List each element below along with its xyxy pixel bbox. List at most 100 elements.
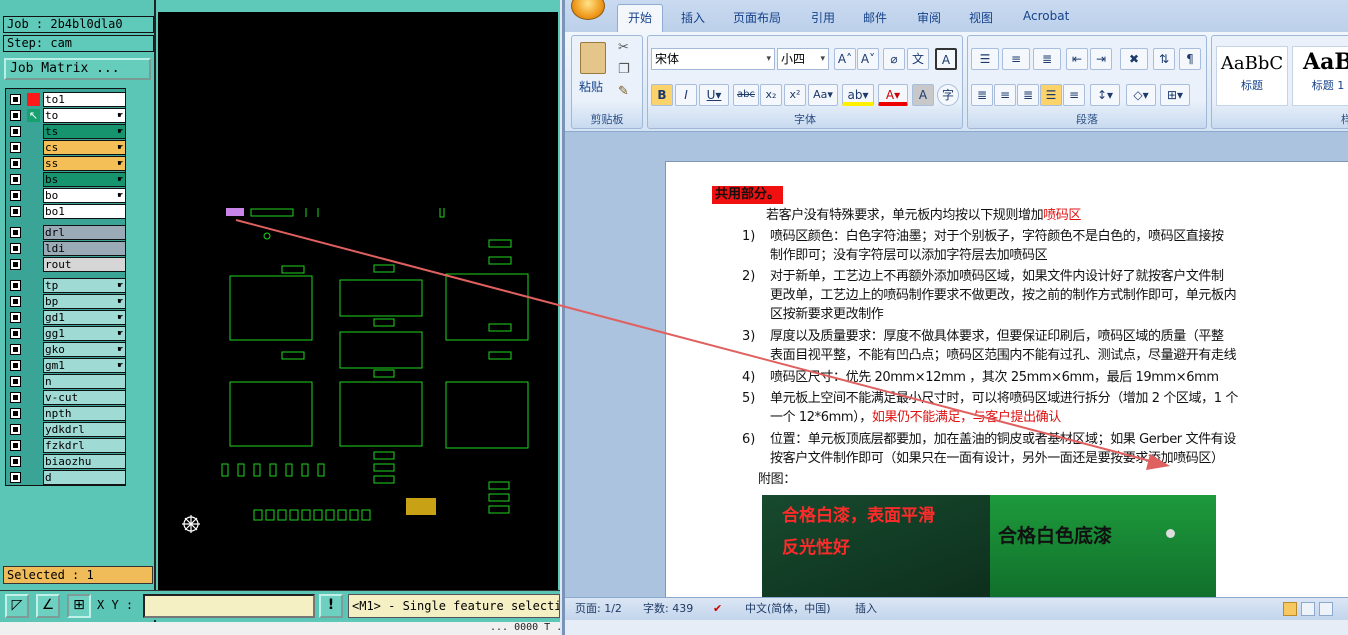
tab-acrobat[interactable]: Acrobat xyxy=(1023,9,1069,23)
bold-icon[interactable]: B xyxy=(651,84,673,106)
layer-name[interactable]: v-cut xyxy=(43,390,126,405)
tab-insert[interactable]: 插入 xyxy=(681,9,705,26)
layer-row-gd1[interactable]: gd1 xyxy=(7,310,126,325)
layer-name[interactable]: gd1 xyxy=(43,310,126,325)
print-layout-icon[interactable] xyxy=(1283,602,1297,616)
layer-row-to1[interactable]: to1 xyxy=(7,92,126,107)
subscript-icon[interactable]: x₂ xyxy=(760,84,782,106)
clear-format-icon[interactable]: ⌀ xyxy=(883,48,905,70)
page-count[interactable]: 页面: 1/2 xyxy=(575,598,622,620)
layer-checkbox[interactable] xyxy=(10,376,21,387)
layer-name[interactable]: ldi xyxy=(43,241,126,256)
chinese-layout-icon[interactable]: ✖ xyxy=(1120,48,1148,70)
cut-icon[interactable]: ✂ xyxy=(618,40,629,55)
layer-row-ydkdrl[interactable]: ydkdrl xyxy=(7,422,126,437)
layer-checkbox[interactable] xyxy=(10,392,21,403)
layer-row-cs[interactable]: cs xyxy=(7,140,126,155)
style-heading1[interactable]: AaB 标题 1 xyxy=(1292,46,1348,106)
layer-row-ss[interactable]: ss xyxy=(7,156,126,171)
distribute-icon[interactable]: ≡ xyxy=(1063,84,1085,106)
layer-name[interactable]: bs xyxy=(43,172,126,187)
shading-icon[interactable]: ◇▾ xyxy=(1126,84,1156,106)
language[interactable]: 中文(简体，中国) xyxy=(745,598,831,620)
proofing-icon[interactable]: ✔ xyxy=(713,598,722,620)
numbering-icon[interactable]: ≡ xyxy=(1002,48,1030,70)
char-shading-icon[interactable]: A xyxy=(912,84,934,106)
layer-row-gko[interactable]: gko xyxy=(7,342,126,357)
layer-checkbox[interactable] xyxy=(10,344,21,355)
office-button-icon[interactable] xyxy=(571,0,605,20)
font-color-icon[interactable]: A▾ xyxy=(878,84,908,106)
layer-row-gg1[interactable]: gg1 xyxy=(7,326,126,341)
active-layer-arrow-icon[interactable]: ↖ xyxy=(27,109,40,122)
tab-layout[interactable]: 页面布局 xyxy=(733,9,781,26)
layer-row-ts[interactable]: ts xyxy=(7,124,126,139)
layer-name[interactable]: drl xyxy=(43,225,126,240)
style-title[interactable]: AaBbC 标题 xyxy=(1216,46,1288,106)
layer-name[interactable]: rout xyxy=(43,257,126,272)
layer-checkbox[interactable] xyxy=(10,259,21,270)
format-painter-icon[interactable]: ✎ xyxy=(618,84,629,99)
multilevel-list-icon[interactable]: ≣ xyxy=(1033,48,1061,70)
justify-icon[interactable]: ☰ xyxy=(1040,84,1062,106)
layer-name[interactable]: gm1 xyxy=(43,358,126,373)
layer-row-rout[interactable]: rout xyxy=(7,257,126,272)
layer-checkbox[interactable] xyxy=(10,424,21,435)
layer-checkbox[interactable] xyxy=(10,440,21,451)
align-right-icon[interactable]: ≣ xyxy=(1017,84,1039,106)
tab-mailings[interactable]: 邮件 xyxy=(863,9,887,26)
paste-icon[interactable] xyxy=(580,42,606,74)
decrease-indent-icon[interactable]: ⇤ xyxy=(1066,48,1088,70)
layer-name[interactable]: n xyxy=(43,374,126,389)
layer-row-d[interactable]: d xyxy=(7,470,126,485)
layer-checkbox[interactable] xyxy=(10,110,21,121)
zoom-area-icon[interactable]: ◸ xyxy=(5,594,29,618)
tab-review[interactable]: 审阅 xyxy=(917,9,941,26)
layer-checkbox[interactable] xyxy=(10,296,21,307)
sort-icon[interactable]: ⇅ xyxy=(1153,48,1175,70)
layer-row-tp[interactable]: tp xyxy=(7,278,126,293)
layer-name[interactable]: ydkdrl xyxy=(43,422,126,437)
layer-checkbox[interactable] xyxy=(10,206,21,217)
tab-home[interactable]: 开始 xyxy=(617,4,663,32)
layer-checkbox[interactable] xyxy=(10,227,21,238)
layer-name[interactable]: npth xyxy=(43,406,126,421)
layer-checkbox[interactable] xyxy=(10,456,21,467)
align-center-icon[interactable]: ≡ xyxy=(994,84,1016,106)
layer-name[interactable]: bp xyxy=(43,294,126,309)
layer-row-drl[interactable]: drl xyxy=(7,225,126,240)
phonetic-guide-icon[interactable]: 文 xyxy=(907,48,929,70)
layer-name[interactable]: d xyxy=(43,470,126,485)
layer-row-gm1[interactable]: gm1 xyxy=(7,358,126,373)
tab-references[interactable]: 引用 xyxy=(811,9,835,26)
underline-icon[interactable]: U▾ xyxy=(699,84,729,106)
layer-name[interactable]: gg1 xyxy=(43,326,126,341)
layer-row-v-cut[interactable]: v-cut xyxy=(7,390,126,405)
layer-name[interactable]: bo1 xyxy=(43,204,126,219)
layer-row-to[interactable]: ↖ to xyxy=(7,108,126,123)
font-size-select[interactable]: 小四 xyxy=(777,48,829,70)
layer-checkbox[interactable] xyxy=(10,408,21,419)
grow-font-icon[interactable]: A˄ xyxy=(834,48,856,70)
document-page[interactable]: 共用部分。 若客户没有特殊要求，单元板内均按以下规则增加喷码区 1) 喷码区颜色… xyxy=(665,161,1348,597)
layer-checkbox[interactable] xyxy=(10,472,21,483)
layer-checkbox[interactable] xyxy=(10,174,21,185)
superscript-icon[interactable]: x² xyxy=(784,84,806,106)
increase-indent-icon[interactable]: ⇥ xyxy=(1090,48,1112,70)
pcb-canvas[interactable] xyxy=(158,12,558,590)
copy-icon[interactable]: ❐ xyxy=(618,62,630,77)
layer-name[interactable]: to1 xyxy=(43,92,126,107)
layer-color-swatch[interactable] xyxy=(27,93,40,106)
layer-checkbox[interactable] xyxy=(10,360,21,371)
exclaim-button[interactable]: ! xyxy=(319,594,343,618)
layer-row-npth[interactable]: npth xyxy=(7,406,126,421)
align-left-icon[interactable]: ≣ xyxy=(971,84,993,106)
font-name-select[interactable]: 宋体 xyxy=(651,48,775,70)
reading-layout-icon[interactable] xyxy=(1301,602,1315,616)
layer-row-bo[interactable]: bo xyxy=(7,188,126,203)
job-matrix-button[interactable]: Job Matrix ... xyxy=(4,58,151,80)
tab-view[interactable]: 视图 xyxy=(969,9,993,26)
layer-row-bs[interactable]: bs xyxy=(7,172,126,187)
layer-checkbox[interactable] xyxy=(10,312,21,323)
layer-name[interactable]: fzkdrl xyxy=(43,438,126,453)
